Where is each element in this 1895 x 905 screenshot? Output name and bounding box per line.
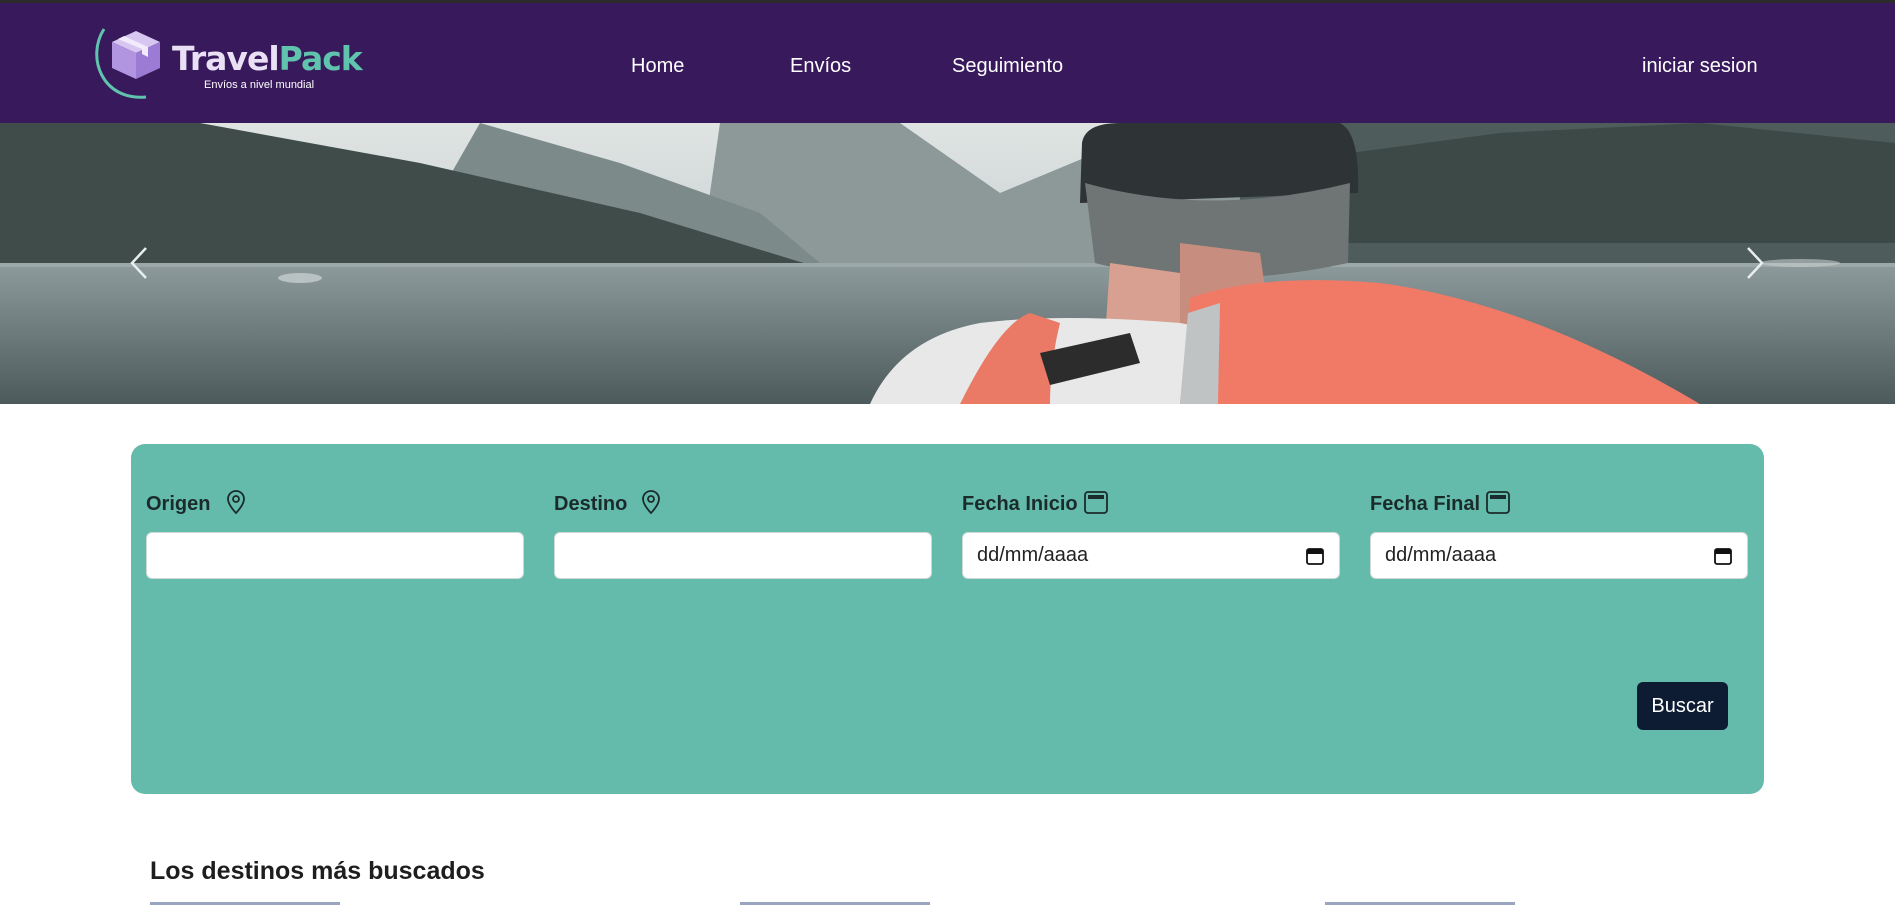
login-link[interactable]: iniciar sesion (1642, 55, 1758, 78)
destino-label: Destino (554, 493, 628, 515)
fecha-inicio-value: dd/mm/aaaa (977, 544, 1089, 566)
box-icon (112, 31, 160, 79)
fecha-inicio-input[interactable]: dd/mm/aaaa (962, 532, 1340, 579)
buscar-button[interactable]: Buscar (1637, 682, 1728, 730)
navbar: TravelPack Envíos a nivel mundial Home E… (0, 3, 1895, 123)
fecha-inicio-label: Fecha Inicio (962, 493, 1078, 515)
section-title: Los destinos más buscados (150, 857, 485, 885)
origen-label: Origen (146, 493, 211, 515)
search-panel (131, 444, 1764, 794)
calendar-picker-icon[interactable] (1305, 546, 1325, 566)
calendar-icon (1084, 491, 1108, 514)
calendar-picker-icon[interactable] (1713, 546, 1733, 566)
fecha-final-value: dd/mm/aaaa (1385, 544, 1497, 566)
calendar-icon (1486, 491, 1510, 514)
fecha-final-input[interactable]: dd/mm/aaaa (1370, 532, 1748, 579)
carousel-prev-button[interactable] (124, 243, 154, 283)
brand-name-part1: Travel (172, 39, 280, 78)
nav-link-envios[interactable]: Envíos (790, 55, 851, 78)
chevron-right-icon (1747, 247, 1764, 279)
brand-name-part2: Pack (278, 39, 363, 78)
fecha-final-label: Fecha Final (1370, 493, 1481, 515)
origen-input[interactable] (146, 532, 524, 579)
carousel-next-button[interactable] (1740, 243, 1770, 283)
hero-image (0, 123, 1895, 404)
location-pin-icon (642, 490, 660, 515)
brand-name: TravelPack (172, 39, 363, 78)
chevron-left-icon (130, 247, 147, 279)
location-pin-icon (227, 490, 245, 515)
destino-input[interactable] (554, 532, 932, 579)
nav-link-seguimiento[interactable]: Seguimiento (952, 55, 1063, 78)
hero-carousel (0, 123, 1895, 404)
nav-link-home[interactable]: Home (631, 55, 684, 78)
brand-logo[interactable]: TravelPack Envíos a nivel mundial (92, 21, 363, 106)
brand-tagline: Envíos a nivel mundial (204, 79, 315, 91)
